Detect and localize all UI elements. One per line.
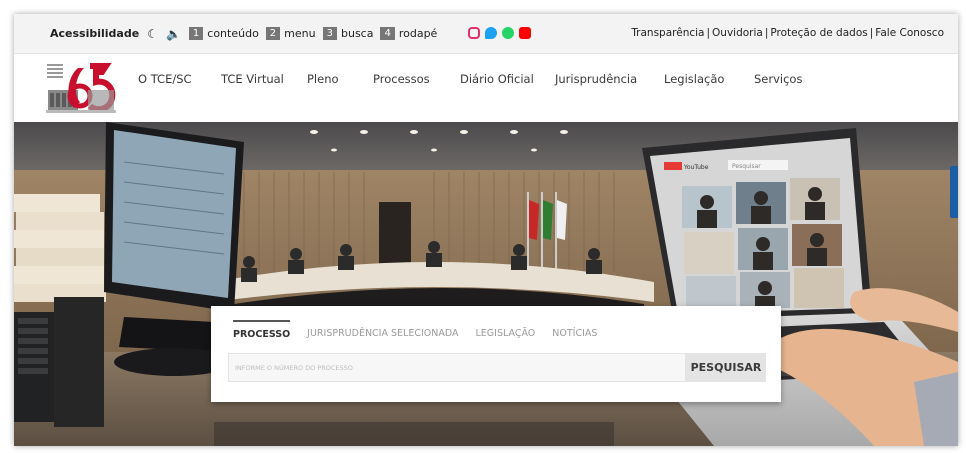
accessibility-bar: Acessibilidade ☾ 🔈 1 conteúdo 2 menu 3 b… [14, 14, 958, 54]
nav-legislacao[interactable]: Legislação [664, 72, 724, 86]
tab-jurisprudencia-selecionada[interactable]: JURISPRUDÊNCIA SELECIONADA [307, 320, 458, 340]
speaker-icon[interactable]: 🔈 [166, 27, 181, 41]
process-number-input[interactable] [228, 353, 686, 382]
search-panel: PROCESSO JURISPRUDÊNCIA SELECIONADA LEGI… [211, 306, 781, 402]
tab-legislacao[interactable]: LEGISLAÇÃO [476, 320, 536, 340]
search-tabs: PROCESSO JURISPRUDÊNCIA SELECIONADA LEGI… [233, 320, 614, 340]
shortcut-2-number[interactable]: 2 [265, 27, 281, 40]
institutional-links: Transparência | Ouvidoria | Proteção de dado… [631, 27, 944, 39]
link-ouvidoria[interactable]: Ouvidoria [712, 27, 763, 39]
link-separator: | [706, 27, 711, 39]
shortcut-conteudo[interactable]: conteúdo [207, 27, 259, 40]
link-fale-conosco[interactable]: Fale Conosco [875, 27, 944, 39]
video-search-placeholder: Pesquisar [732, 163, 761, 170]
tab-noticias[interactable]: NOTÍCIAS [552, 320, 597, 340]
video-app-name: YouTube [683, 164, 709, 171]
nav-jurisprudencia[interactable]: Jurisprudência [555, 72, 637, 86]
nav-pleno[interactable]: Pleno [307, 72, 339, 86]
twitter-icon[interactable] [485, 27, 497, 39]
link-separator: | [764, 27, 769, 39]
accessibility-widget-tab[interactable] [950, 166, 958, 218]
link-separator: | [869, 27, 874, 39]
site-header: O TCE/SC TCE Virtual Pleno Processos Diá… [14, 54, 958, 122]
nav-o-tce-sc[interactable]: O TCE/SC [138, 72, 192, 86]
youtube-icon[interactable] [519, 27, 531, 39]
nav-processos[interactable]: Processos [373, 72, 430, 86]
social-links [468, 27, 531, 39]
tce-logo[interactable] [44, 60, 118, 114]
shortcut-busca[interactable]: busca [341, 27, 373, 40]
shortcut-rodape[interactable]: rodapé [399, 27, 437, 40]
whatsapp-icon[interactable] [502, 27, 514, 39]
contrast-icon[interactable]: ☾ [147, 27, 158, 41]
page-frame: Acessibilidade ☾ 🔈 1 conteúdo 2 menu 3 b… [14, 14, 958, 446]
nav-servicos[interactable]: Serviços [754, 72, 802, 86]
shortcut-4-number[interactable]: 4 [380, 27, 395, 40]
nav-diario-oficial[interactable]: Diário Oficial [460, 72, 534, 86]
search-button[interactable]: PESQUISAR [686, 353, 766, 382]
nav-tce-virtual[interactable]: TCE Virtual [221, 72, 284, 86]
tab-processo[interactable]: PROCESSO [233, 320, 291, 340]
search-row: PESQUISAR [228, 353, 766, 382]
instagram-icon[interactable] [468, 27, 480, 39]
link-protecao-dados[interactable]: Proteção de dados [770, 27, 867, 39]
shortcut-1-number[interactable]: 1 [188, 27, 204, 40]
link-transparencia[interactable]: Transparência [631, 27, 704, 39]
shortcut-menu[interactable]: menu [284, 27, 315, 40]
accessibility-label: Acessibilidade [50, 27, 140, 40]
shortcut-3-number[interactable]: 3 [322, 27, 337, 40]
